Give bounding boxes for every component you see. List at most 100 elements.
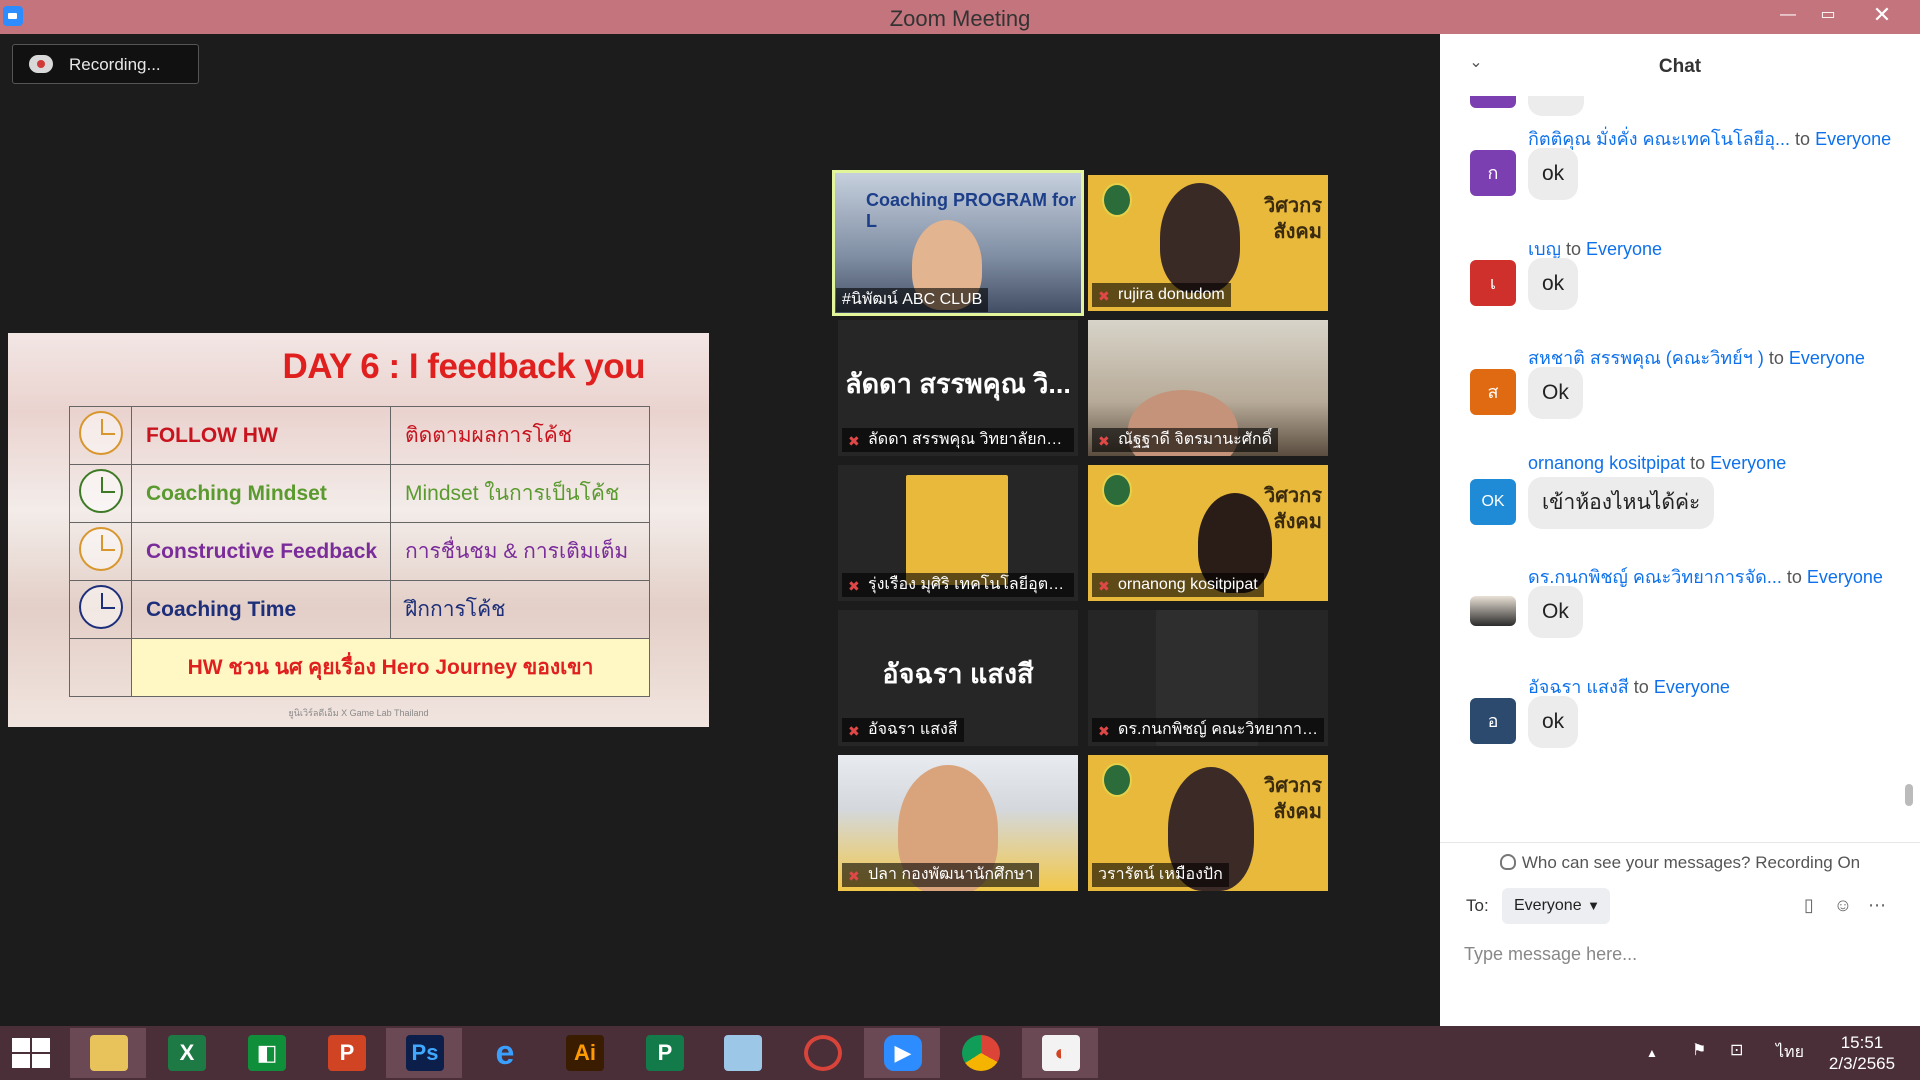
chrome-icon[interactable] (942, 1028, 1018, 1078)
message-header: สหชาติ สรรพคุณ (คณะวิทย์ฯ ) to Everyone (1528, 343, 1865, 372)
message-bubble: Ok (1528, 367, 1583, 419)
excel-icon[interactable]: X (148, 1028, 224, 1078)
video-tile[interactable]: วิศวกร สังคม ✖ rujira donudom (1088, 175, 1328, 311)
slide-agenda-table: FOLLOW HW ติดตามผลการโค้ช Coaching Minds… (69, 406, 650, 697)
chat-message: เบญ to Everyone เ ok (1440, 234, 1920, 338)
window-title: Zoom Meeting (889, 6, 1031, 31)
tile-banner-text: วิศวกร สังคม (1263, 195, 1322, 243)
action-center-flag-icon[interactable]: ⚑ (1692, 1040, 1706, 1060)
file-icon[interactable]: ▯ (1798, 894, 1820, 916)
notepad-icon[interactable] (704, 1028, 780, 1078)
video-tile[interactable]: วิศวกร สังคม วรารัตน์ เหมืองปัก (1088, 755, 1328, 891)
recording-label: Recording... (69, 55, 161, 74)
illustrator-icon[interactable]: Ai (546, 1028, 622, 1078)
recording-indicator[interactable]: Recording... (12, 44, 199, 84)
university-seal-icon (1102, 183, 1132, 217)
video-tile[interactable]: ✖ รุ่งเรือง มุศิริ เทคโนโลยีอุตสา... (838, 465, 1078, 601)
minimize-button[interactable]: — (1768, 0, 1808, 32)
windows-start-icon[interactable] (12, 1038, 52, 1070)
sender-name[interactable]: อัจฉรา แสงสี (1528, 677, 1629, 697)
chat-scrollbar[interactable] (1905, 104, 1913, 824)
network-icon[interactable]: ⊡ (1730, 1040, 1743, 1060)
publisher-green-icon[interactable]: ◧ (228, 1028, 304, 1078)
sender-name[interactable]: ดร.กนกพิชญ์ คณะวิทยาการจัด... (1528, 567, 1782, 587)
internet-explorer-icon[interactable]: e (466, 1028, 542, 1078)
agenda-thai: ติดตามผลการโค้ช (390, 406, 650, 465)
participant-display-name: ลัดดา สรรพคุณ วิ... (845, 369, 1071, 399)
agenda-row: Constructive Feedback การชื่นชม & การเติ… (69, 522, 650, 581)
recipient-name[interactable]: Everyone (1789, 348, 1865, 368)
message-input[interactable] (1464, 934, 1894, 974)
to-word: to (1768, 348, 1784, 368)
photoscape-icon[interactable] (784, 1028, 860, 1078)
recipient-name[interactable]: Everyone (1654, 677, 1730, 697)
recipient-name[interactable]: Everyone (1815, 129, 1891, 149)
powerpoint-icon[interactable]: P (308, 1028, 384, 1078)
recipient-name[interactable]: Everyone (1807, 567, 1883, 587)
chevron-down-icon: ▼ (1587, 898, 1600, 913)
to-label: To: (1466, 896, 1489, 915)
maximize-button[interactable]: ▭ (1808, 0, 1848, 32)
avatar (1470, 596, 1516, 626)
chat-panel: ⌄ Chat กิตติคุณ มั่งคั่ง คณะเทคโนโลยีอุ.… (1440, 34, 1920, 1026)
participant-name: ✖ ดร.กนกพิชญ์ คณะวิทยาการ... (1092, 718, 1324, 742)
sender-name[interactable]: สหชาติ สรรพคุณ (คณะวิทย์ฯ ) (1528, 348, 1764, 368)
clock-icon (78, 584, 123, 629)
chat-message: ornanong kositpipat to Everyone OK เข้าห… (1440, 453, 1920, 557)
video-tile[interactable]: ลัดดา สรรพคุณ วิ... ✖ ลัดดา สรรพคุณ วิทยา… (838, 320, 1078, 456)
recipient-dropdown[interactable]: Everyone ▼ (1502, 888, 1610, 924)
chat-message: กิตติคุณ มั่งคั่ง คณะเทคโนโลยีอุ... to E… (1440, 124, 1920, 228)
chat-message-list[interactable]: กิตติคุณ มั่งคั่ง คณะเทคโนโลยีอุ... to E… (1440, 96, 1920, 840)
close-button[interactable]: ✕ (1862, 0, 1902, 32)
message-bubble: ok (1528, 696, 1579, 748)
sender-name[interactable]: กิตติคุณ มั่งคั่ง คณะเทคโนโลยีอุ... (1528, 129, 1790, 149)
agenda-thai: การชื่นชม & การเติมเต็ม (390, 522, 650, 581)
sender-name[interactable]: ornanong kositpipat (1528, 453, 1685, 473)
video-tile[interactable]: อัจฉรา แสงสี ✖ อัจฉรา แสงสี (838, 610, 1078, 746)
user-info-icon (1499, 854, 1516, 870)
office-lens-icon[interactable]: ◐ (1022, 1028, 1098, 1078)
clock-icon (78, 468, 123, 513)
message-bubble: ok (1528, 258, 1579, 310)
tile-background-text: Coaching PROGRAM for L (866, 190, 1076, 231)
recipient-name[interactable]: Everyone (1710, 453, 1786, 473)
participant-name: ✖ ลัดดา สรรพคุณ วิทยาลัยกา... (842, 428, 1074, 452)
video-tile[interactable]: Coaching PROGRAM for L #นิพัฒน์ ABC CLUB (832, 170, 1084, 316)
show-hidden-icons-icon[interactable]: ▲ (1646, 1046, 1658, 1060)
photoshop-icon[interactable]: Ps (386, 1028, 462, 1078)
to-word: to (1565, 239, 1581, 259)
avatar: ส (1470, 369, 1516, 415)
agenda-row: Coaching Mindset Mindset ในการเป็นโค้ช (69, 464, 650, 523)
scrollbar-thumb[interactable] (1905, 784, 1913, 806)
avatar: อ (1470, 698, 1516, 744)
video-tile[interactable]: ✖ ดร.กนกพิชญ์ คณะวิทยาการ... (1088, 610, 1328, 746)
more-options-icon[interactable]: ⋯ (1866, 894, 1888, 916)
participant-name: ✖ ปลา กองพัฒนานักศึกษา (842, 863, 1040, 887)
input-language[interactable]: ไทย (1776, 1040, 1804, 1065)
chat-message: สหชาติ สรรพคุณ (คณะวิทย์ฯ ) to Everyone … (1440, 343, 1920, 447)
video-tile[interactable]: วิศวกร สังคม ✖ ornanong kositpipat (1088, 465, 1328, 601)
video-tile[interactable]: ✖ ณัฐฐาดี จิตรมานะศักดิ์ (1088, 320, 1328, 456)
agenda-english: FOLLOW HW (131, 406, 391, 465)
chat-message: อัจฉรา แสงสี to Everyone อ ok (1440, 672, 1920, 776)
message-visibility-info[interactable]: Who can see your messages? Recording On (1440, 842, 1920, 882)
zoom-icon[interactable]: ▶ (864, 1028, 940, 1078)
taskbar-clock[interactable]: 15:51 2/3/2565 (1812, 1032, 1912, 1074)
homework-row: HW ชวน นศ คุยเรื่อง Hero Journey ของเขา (69, 638, 650, 697)
participant-name: ✖ ณัฐฐาดี จิตรมานะศักดิ์ (1092, 428, 1278, 452)
muted-mic-icon: ✖ (1098, 578, 1110, 594)
message-bubble: เข้าห้องไหนได้ค่ะ (1528, 477, 1715, 529)
project-icon[interactable]: P (626, 1028, 702, 1078)
clock-icon (78, 410, 123, 455)
emoji-icon[interactable]: ☺ (1832, 894, 1854, 916)
video-tile[interactable]: ✖ ปลา กองพัฒนานักศึกษา (838, 755, 1078, 891)
to-word: to (1795, 129, 1811, 149)
sender-name[interactable]: เบญ (1528, 239, 1561, 259)
participant-name: ✖ รุ่งเรือง มุศิริ เทคโนโลยีอุตสา... (842, 573, 1074, 597)
muted-mic-icon: ✖ (1098, 288, 1110, 304)
meeting-area: Recording... DAY 6 : I feedback you FOLL… (0, 34, 1440, 1026)
file-explorer-icon[interactable] (70, 1028, 146, 1078)
slide-title: DAY 6 : I feedback you (282, 347, 646, 386)
clock-icon (78, 526, 123, 571)
recipient-name[interactable]: Everyone (1586, 239, 1662, 259)
